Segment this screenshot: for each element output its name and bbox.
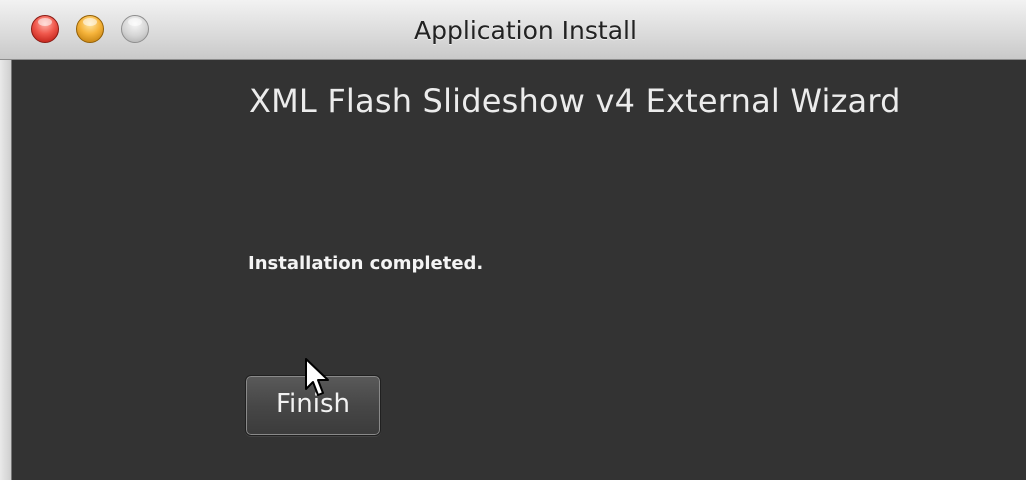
wizard-content: XML Flash Slideshow v4 External Wizard I… <box>12 60 1026 480</box>
window-title: Application Install <box>414 16 637 45</box>
wizard-heading: XML Flash Slideshow v4 External Wizard <box>249 82 901 120</box>
window-frame-left <box>0 60 12 480</box>
mouse-pointer-icon <box>305 358 329 396</box>
installation-status: Installation completed. <box>248 253 484 274</box>
title-bar[interactable]: Application Install <box>0 0 1026 60</box>
application-install-window: Application Install XML Flash Slideshow … <box>0 0 1026 480</box>
